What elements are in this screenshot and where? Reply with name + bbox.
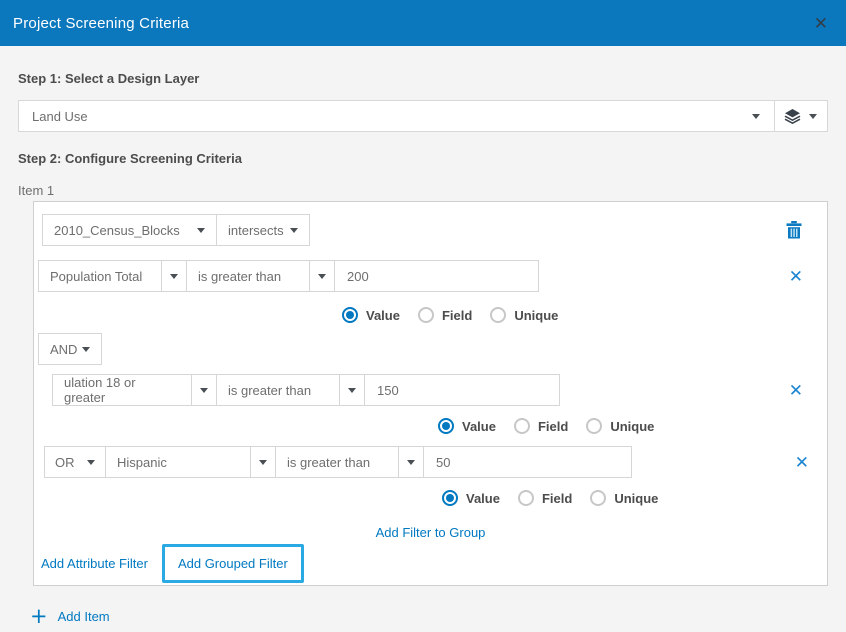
- radio-field-label: Field: [442, 308, 472, 323]
- field-value: Population Total: [50, 269, 142, 284]
- chevron-down-icon: [407, 460, 415, 465]
- step2-label: Step 2: Configure Screening Criteria: [18, 151, 828, 166]
- field-dropdown[interactable]: ulation 18 or greater: [52, 374, 192, 406]
- remove-filter-icon[interactable]: ✕: [789, 382, 803, 399]
- chevron-down-icon: [197, 228, 205, 233]
- value-type-radios: Value Field Unique: [342, 307, 827, 323]
- operator-value: is greater than: [228, 383, 311, 398]
- radio-unique-label: Unique: [614, 491, 658, 506]
- project-screening-dialog: Project Screening Criteria ✕ Step 1: Sel…: [0, 0, 846, 627]
- design-layer-select[interactable]: Land Use: [18, 100, 828, 132]
- spatial-operator-value: intersects: [228, 223, 284, 238]
- radio-field[interactable]: [518, 490, 534, 506]
- group-logic-value: AND: [50, 342, 77, 357]
- dialog-header: Project Screening Criteria ✕: [0, 0, 846, 46]
- logic-dropdown[interactable]: OR: [44, 446, 106, 478]
- spatial-operator-dropdown[interactable]: intersects: [216, 214, 310, 246]
- design-layer-value: Land Use: [19, 109, 752, 124]
- radio-unique-label: Unique: [610, 419, 654, 434]
- chevron-down-icon: [259, 460, 267, 465]
- remove-filter-icon[interactable]: ✕: [795, 454, 809, 471]
- grouped-filter-row: ulation 18 or greater is greater than ✕: [52, 374, 827, 406]
- grouped-filter-row: OR Hispanic is greater than ✕: [44, 446, 827, 478]
- item-panel: 2010_Census_Blocks intersects: [33, 201, 828, 586]
- remove-filter-icon[interactable]: ✕: [789, 268, 803, 285]
- chevron-down-icon: [200, 388, 208, 393]
- field-dropdown-caret[interactable]: [161, 260, 187, 292]
- radio-unique[interactable]: [590, 490, 606, 506]
- radio-field[interactable]: [514, 418, 530, 434]
- operator-dropdown-caret[interactable]: [398, 446, 424, 478]
- operator-value: is greater than: [287, 455, 370, 470]
- operator-dropdown-caret[interactable]: [339, 374, 365, 406]
- value-type-radios: Value Field Unique: [442, 490, 827, 506]
- field-dropdown[interactable]: Population Total: [38, 260, 162, 292]
- chevron-down-icon: [82, 347, 90, 352]
- operator-dropdown[interactable]: is greater than: [216, 374, 340, 406]
- operator-value: is greater than: [198, 269, 281, 284]
- attribute-filter-row: Population Total is greater than ✕: [38, 260, 827, 292]
- field-value: ulation 18 or greater: [64, 375, 180, 405]
- close-icon[interactable]: ✕: [814, 15, 828, 32]
- add-item-label: Add Item: [58, 609, 110, 624]
- dialog-title: Project Screening Criteria: [13, 15, 189, 32]
- operator-dropdown[interactable]: is greater than: [275, 446, 399, 478]
- radio-value[interactable]: [342, 307, 358, 323]
- group-logic-row: AND: [38, 333, 827, 365]
- value-type-radios: Value Field Unique: [438, 418, 827, 434]
- radio-value[interactable]: [442, 490, 458, 506]
- field-dropdown-caret[interactable]: [191, 374, 217, 406]
- radio-unique[interactable]: [490, 307, 506, 323]
- radio-value-label: Value: [466, 491, 500, 506]
- radio-field-label: Field: [538, 419, 568, 434]
- value-input[interactable]: [364, 374, 560, 406]
- chevron-down-icon: [348, 388, 356, 393]
- value-input[interactable]: [423, 446, 632, 478]
- add-attribute-filter-link[interactable]: Add Attribute Filter: [41, 556, 148, 571]
- radio-value-label: Value: [366, 308, 400, 323]
- radio-field-label: Field: [542, 491, 572, 506]
- logic-value: OR: [55, 455, 75, 470]
- add-grouped-filter-focus-box: Add Grouped Filter: [162, 544, 304, 583]
- layer-dropdown[interactable]: 2010_Census_Blocks: [42, 214, 217, 246]
- layers-icon: [784, 109, 801, 124]
- field-value: Hispanic: [117, 455, 167, 470]
- radio-value-label: Value: [462, 419, 496, 434]
- chevron-down-icon: [752, 114, 760, 119]
- add-item-button[interactable]: + Add Item: [30, 606, 828, 627]
- chevron-down-icon: [318, 274, 326, 279]
- trash-icon[interactable]: [786, 221, 802, 239]
- step1-label: Step 1: Select a Design Layer: [18, 71, 828, 86]
- value-input[interactable]: [334, 260, 539, 292]
- add-filter-to-group-link[interactable]: Add Filter to Group: [376, 525, 486, 540]
- field-dropdown-caret[interactable]: [250, 446, 276, 478]
- layer-list-button[interactable]: [775, 101, 827, 131]
- field-dropdown[interactable]: Hispanic: [105, 446, 251, 478]
- radio-field[interactable]: [418, 307, 434, 323]
- chevron-down-icon: [809, 114, 817, 119]
- radio-unique-label: Unique: [514, 308, 558, 323]
- radio-unique[interactable]: [586, 418, 602, 434]
- operator-dropdown-caret[interactable]: [309, 260, 335, 292]
- chevron-down-icon: [87, 460, 95, 465]
- group-logic-dropdown[interactable]: AND: [38, 333, 102, 365]
- spatial-filter-row: 2010_Census_Blocks intersects: [42, 214, 827, 246]
- chevron-down-icon: [290, 228, 298, 233]
- operator-dropdown[interactable]: is greater than: [186, 260, 310, 292]
- plus-icon: +: [30, 606, 48, 627]
- chevron-down-icon: [170, 274, 178, 279]
- item-label: Item 1: [18, 183, 828, 198]
- add-grouped-filter-link[interactable]: Add Grouped Filter: [178, 556, 288, 571]
- radio-value[interactable]: [438, 418, 454, 434]
- layer-dropdown-value: 2010_Census_Blocks: [54, 223, 180, 238]
